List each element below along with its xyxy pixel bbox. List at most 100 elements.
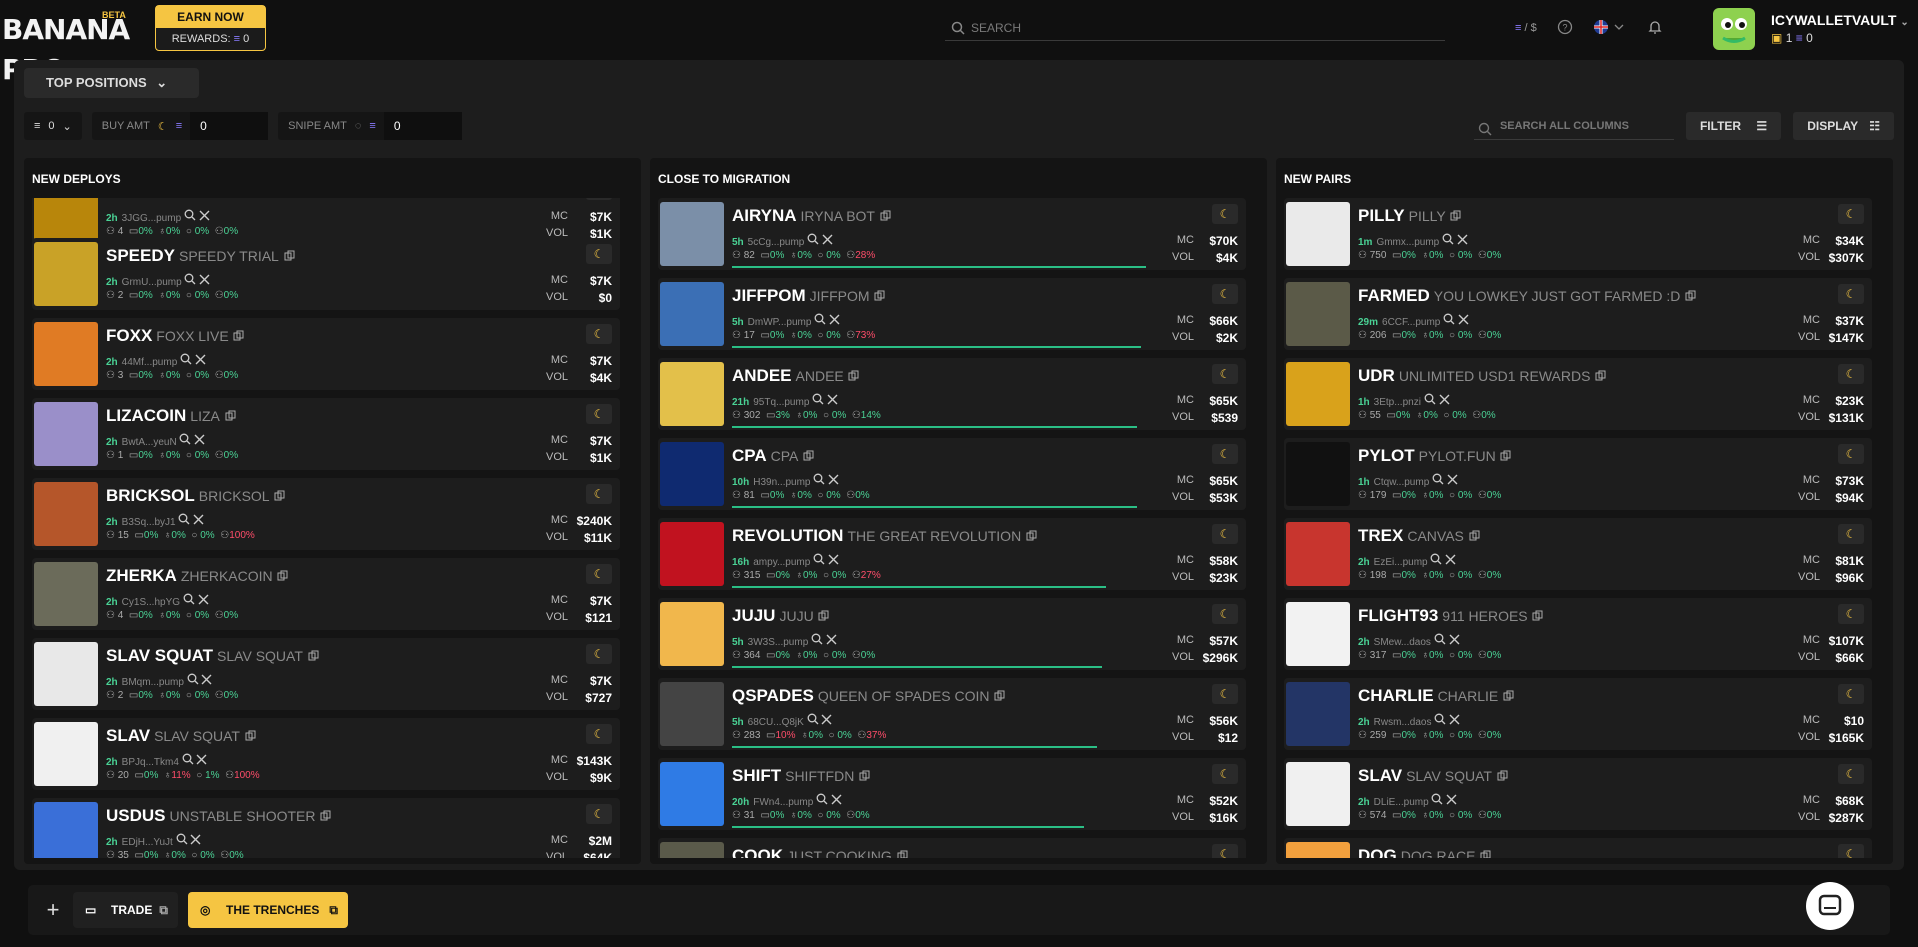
token-address[interactable]: FWn4...pump: [753, 797, 813, 808]
quick-buy-button[interactable]: ☾: [1838, 844, 1864, 858]
copy-icon[interactable]: [818, 606, 829, 625]
token-address[interactable]: GrmU...pump: [122, 277, 182, 288]
search-icon[interactable]: [184, 209, 196, 224]
quick-buy-button[interactable]: ☾: [1212, 364, 1238, 384]
x-icon[interactable]: [1445, 554, 1456, 568]
x-icon[interactable]: [822, 234, 833, 248]
token-image[interactable]: [660, 602, 724, 666]
search-icon[interactable]: [807, 713, 819, 728]
global-search[interactable]: [945, 15, 1445, 41]
chat-support-button[interactable]: [1806, 882, 1854, 930]
token-address[interactable]: 95Tq...pump: [753, 397, 809, 408]
copy-icon[interactable]: [848, 366, 859, 385]
x-icon[interactable]: [828, 474, 839, 488]
token-address[interactable]: EzEi...pump: [1374, 557, 1428, 568]
x-icon[interactable]: [1446, 794, 1457, 808]
x-icon[interactable]: [199, 210, 210, 224]
token-card[interactable]: JIFFPOM JIFFPOM 5h DmWP...pump ⚇ 17 ▭0% ♁0…: [658, 278, 1246, 350]
search-icon[interactable]: [814, 313, 826, 328]
quick-buy-button[interactable]: ☾: [1212, 444, 1238, 464]
search-icon[interactable]: [1430, 553, 1442, 568]
quick-buy-button[interactable]: ☾: [1212, 684, 1238, 704]
token-card[interactable]: CPA CPA 10h H39n...pump ⚇ 81 ▭0% ♁0% ○ 0% …: [658, 438, 1246, 510]
token-address[interactable]: 6CCF...pump: [1382, 317, 1440, 328]
token-image[interactable]: [1286, 202, 1350, 266]
copy-icon[interactable]: [233, 326, 244, 345]
bell-icon[interactable]: [1647, 19, 1663, 38]
avatar[interactable]: [1713, 8, 1755, 50]
copy-icon[interactable]: [880, 206, 891, 225]
x-icon[interactable]: [195, 354, 206, 368]
quick-buy-button[interactable]: ☾: [586, 724, 612, 744]
x-icon[interactable]: [198, 594, 209, 608]
logo[interactable]: BANANA PRO BETA: [2, 10, 130, 86]
token-image[interactable]: [660, 682, 724, 746]
token-address[interactable]: H39n...pump: [753, 477, 810, 488]
token-card[interactable]: QSPADES QUEEN OF SPADES COIN 5h 68CU...Q8j…: [658, 678, 1246, 750]
token-address[interactable]: BPJq...Tkm4: [122, 757, 179, 768]
token-card[interactable]: CHARLIE CHARLIE 2h Rwsm...daos ⚇ 259 ▭0% ♁…: [1284, 678, 1872, 750]
token-card[interactable]: PYLOT PYLOT.FUN 1h Ctqw...pump ⚇ 179 ▭0% ♁…: [1284, 438, 1872, 510]
token-address[interactable]: 3Etp...pnzi: [1374, 397, 1421, 408]
search-icon[interactable]: [179, 433, 191, 448]
search-icon[interactable]: [182, 753, 194, 768]
token-card[interactable]: ZHERKA ZHERKACOIN 2h Cy1S...hpYG ⚇ 4 ▭0% ♁…: [32, 558, 620, 630]
quick-buy-button[interactable]: ☾: [586, 564, 612, 584]
token-image[interactable]: [34, 322, 98, 386]
copy-icon[interactable]: [1497, 766, 1508, 785]
user-menu[interactable]: ICYWALLETVAULT ⌄ ▣ 1 ≡ 0: [1713, 8, 1913, 50]
token-address[interactable]: EDjH...YuJt: [122, 837, 173, 848]
quick-buy-button[interactable]: ☾: [1838, 284, 1864, 304]
x-icon[interactable]: [827, 394, 838, 408]
token-image[interactable]: [1286, 362, 1350, 426]
copy-icon[interactable]: [245, 726, 256, 745]
external-link-icon[interactable]: ⧉: [329, 892, 338, 928]
token-address[interactable]: 3JGG...pump: [122, 213, 181, 224]
quick-buy-button[interactable]: ☾: [1838, 524, 1864, 544]
token-image[interactable]: [660, 762, 724, 826]
copy-icon[interactable]: [1685, 286, 1696, 305]
token-card[interactable]: TREX CANVAS 2h EzEi...pump ⚇ 198 ▭0% ♁0% ○…: [1284, 518, 1872, 590]
search-icon[interactable]: [1434, 713, 1446, 728]
display-button[interactable]: DISPLAY ☷: [1793, 112, 1894, 140]
token-image[interactable]: [1286, 842, 1350, 858]
token-address[interactable]: BwtA...yeuN: [122, 437, 177, 448]
search-icon[interactable]: [180, 353, 192, 368]
token-image[interactable]: [34, 242, 98, 306]
token-address[interactable]: DmWP...pump: [748, 317, 812, 328]
token-address[interactable]: Cy1S...hpYG: [122, 597, 180, 608]
copy-icon[interactable]: [803, 446, 814, 465]
token-card[interactable]: COOKJUST COOKING ⚇ ▭ ♁ ○ ⚇☾: [658, 838, 1246, 858]
token-image[interactable]: [1286, 602, 1350, 666]
token-card[interactable]: JUJU JUJU 5h 3W3S...pump ⚇ 364 ▭0% ♁0% ○ 0…: [658, 598, 1246, 670]
copy-icon[interactable]: [1450, 206, 1461, 225]
token-address[interactable]: Ctqw...pump: [1374, 477, 1430, 488]
token-card[interactable]: SHIFT SHIFTFDN 20h FWn4...pump ⚇ 31 ▭0% ♁0…: [658, 758, 1246, 830]
search-icon[interactable]: [1432, 473, 1444, 488]
snipe-amount-input[interactable]: [383, 112, 462, 140]
currency-toggle[interactable]: ≡ / $: [1515, 22, 1537, 34]
token-image[interactable]: [1286, 762, 1350, 826]
search-input[interactable]: [971, 21, 1431, 35]
search-icon[interactable]: [813, 553, 825, 568]
token-card[interactable]: FARMED YOU LOWKEY JUST GOT FARMED :D 29m 6…: [1284, 278, 1872, 350]
quick-buy-button[interactable]: ☾: [586, 404, 612, 424]
token-image[interactable]: [1286, 522, 1350, 586]
token-card[interactable]: DOGDOG RACE ⚇ ▭ ♁ ○ ⚇☾: [1284, 838, 1872, 858]
quick-buy-button[interactable]: ☾: [1838, 364, 1864, 384]
token-image[interactable]: [660, 522, 724, 586]
token-address[interactable]: ampy...pump: [753, 557, 810, 568]
copy-icon[interactable]: [874, 286, 885, 305]
search-icon[interactable]: [1431, 793, 1443, 808]
x-icon[interactable]: [826, 634, 837, 648]
trade-tab[interactable]: ▭ TRADE ⧉: [73, 892, 178, 928]
token-address[interactable]: Rwsm...daos: [1374, 717, 1432, 728]
token-image[interactable]: [660, 442, 724, 506]
search-icon[interactable]: [812, 393, 824, 408]
token-image[interactable]: [660, 202, 724, 266]
search-icon[interactable]: [1424, 393, 1436, 408]
quick-buy-button[interactable]: ☾: [1212, 284, 1238, 304]
x-icon[interactable]: [821, 714, 832, 728]
token-card[interactable]: ANDEE ANDEE 21h 95Tq...pump ⚇ 302 ▭3% ♁0% …: [658, 358, 1246, 430]
token-image[interactable]: [34, 482, 98, 546]
